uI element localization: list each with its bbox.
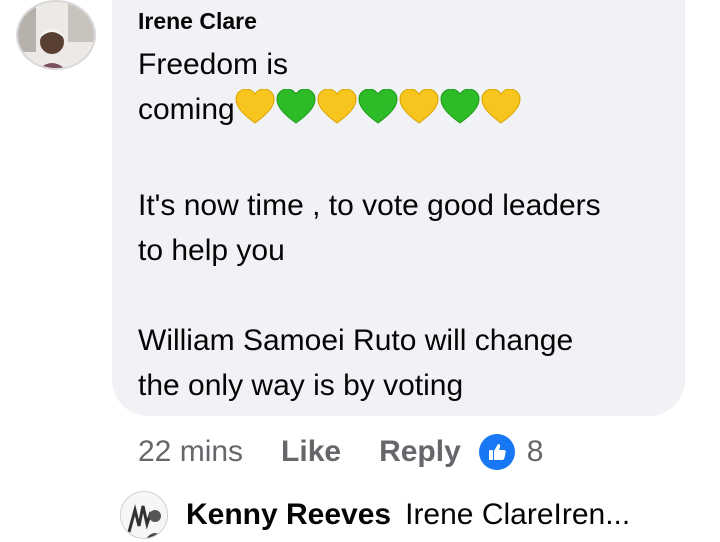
yellow-heart-icon (399, 88, 439, 124)
comment-paragraph-2: It's now time , to vote good leaders to … (138, 189, 601, 267)
yellow-heart-icon (235, 88, 275, 124)
yellow-heart-icon (481, 88, 521, 124)
green-heart-icon (276, 88, 316, 124)
comment-body: Freedom is coming It's now time , to vot… (138, 42, 668, 408)
comment-timestamp[interactable]: 22 mins (138, 435, 243, 469)
like-button[interactable]: Like (281, 435, 341, 469)
commenter-avatar[interactable] (16, 0, 96, 70)
comment-line-2: coming (138, 93, 235, 126)
reply-author-avatar[interactable] (120, 491, 168, 539)
reaction-count[interactable]: 8 (527, 435, 544, 469)
comment-line-1: Freedom is (138, 48, 289, 81)
profile-photo-icon (121, 492, 167, 538)
reply-preview-row[interactable]: Kenny Reeves Irene ClareIren... (120, 488, 630, 542)
comment-author[interactable]: Irene Clare (138, 8, 257, 35)
comment-thread: Irene Clare Freedom is coming It's now t… (0, 0, 720, 542)
profile-photo-icon (18, 2, 94, 68)
green-heart-icon (440, 88, 480, 124)
like-reaction-icon[interactable] (478, 434, 515, 470)
thumbs-up-icon (488, 444, 506, 460)
reply-button[interactable]: Reply (379, 435, 461, 469)
reply-preview-text[interactable]: Irene ClareIren... (405, 498, 630, 532)
comment-actions: 22 mins Like Reply 8 (138, 430, 543, 474)
reply-author-name[interactable]: Kenny Reeves (186, 498, 391, 532)
yellow-heart-icon (317, 88, 357, 124)
emoji-hearts (235, 88, 522, 138)
comment-paragraph-3: William Samoei Ruto will change the only… (138, 324, 574, 402)
green-heart-icon (358, 88, 398, 124)
